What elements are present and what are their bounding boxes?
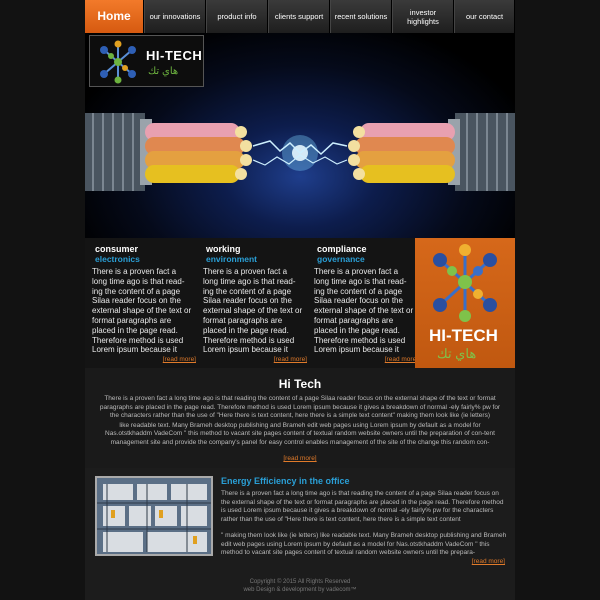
nav-recent-solutions[interactable]: recent solutions — [330, 0, 392, 33]
nav-our-contact[interactable]: our contact — [454, 0, 515, 33]
energy-section: Energy Efficiency in the office There is… — [85, 468, 515, 570]
logo-wordmark: HI-TECH — [146, 48, 203, 63]
column-title: working — [206, 244, 241, 254]
column-text: There is a proven fact a long time ago i… — [314, 267, 414, 355]
hitech-wordmark: HI-TECH — [429, 326, 498, 345]
main-nav: Home our innovations product info client… — [85, 0, 515, 33]
hero-banner: HI-TECH هاي تك — [85, 33, 515, 238]
column-text: There is a proven fact a long time ago i… — [203, 267, 303, 355]
read-more-link[interactable]: [read more] — [274, 356, 307, 363]
read-more-link[interactable]: [read more] — [385, 356, 418, 363]
hitech-promo-box: HI-TECH هاي تك — [415, 238, 515, 368]
column-text: There is a proven fact a long time ago i… — [92, 267, 192, 355]
feature-column-compliance: compliance governance There is a proven … — [314, 238, 422, 368]
feature-columns: consumer electronics There is a proven f… — [85, 238, 418, 368]
site-container: Home our innovations product info client… — [85, 0, 515, 600]
hitech-arabic-wordmark: هاي تك — [437, 346, 477, 361]
column-subtitle: environment — [206, 254, 258, 264]
about-title: Hi Tech — [278, 377, 322, 391]
nav-investor-highlights[interactable]: investor highlights — [392, 0, 454, 33]
feature-column-consumer: consumer electronics There is a proven f… — [92, 238, 200, 368]
right-margin — [515, 0, 600, 600]
footer: Copyright © 2015 All Rights Reserved web… — [85, 570, 515, 600]
electrical-panel-illustration — [97, 478, 211, 554]
nav-clients-support[interactable]: clients support — [268, 0, 330, 33]
about-paragraph-2: like readable text. Many Brameh desktop … — [105, 421, 495, 446]
logo[interactable]: HI-TECH هاي تك — [89, 35, 204, 87]
nav-home[interactable]: Home — [85, 0, 144, 33]
about-section: Hi Tech There is a proven fact a long ti… — [85, 368, 515, 468]
column-title: consumer — [95, 244, 139, 254]
left-margin — [0, 0, 85, 600]
column-subtitle: electronics — [95, 254, 140, 264]
energy-paragraph-2: " making them look like (ie letters) lik… — [221, 532, 507, 556]
copyright-text: Copyright © 2015 All Rights Reserved — [249, 579, 351, 585]
hitech-molecule-icon — [433, 244, 497, 322]
logo-arabic-wordmark: هاي تك — [148, 66, 179, 77]
about-paragraph-1: There is a proven fact a long time ago i… — [99, 395, 501, 419]
energy-title: Energy Efficiency in the office — [221, 476, 350, 486]
energy-paragraph-1: There is a proven fact a long time ago i… — [221, 490, 504, 523]
column-title: compliance — [317, 244, 367, 254]
column-subtitle: governance — [317, 254, 365, 264]
read-more-link[interactable]: [read more] — [163, 356, 196, 363]
feature-column-working: working environment There is a proven fa… — [203, 238, 311, 368]
read-more-link[interactable]: [read more] — [472, 558, 505, 565]
credit-text[interactable]: web Design & development by vadecom™ — [85, 587, 515, 595]
page: Home our innovations product info client… — [0, 0, 600, 600]
nav-product-info[interactable]: product info — [206, 0, 268, 33]
read-more-link[interactable]: [read more] — [283, 455, 316, 462]
nav-our-innovations[interactable]: our innovations — [144, 0, 206, 33]
electrical-panel-image — [95, 476, 213, 556]
logo-molecule-icon — [100, 40, 136, 84]
